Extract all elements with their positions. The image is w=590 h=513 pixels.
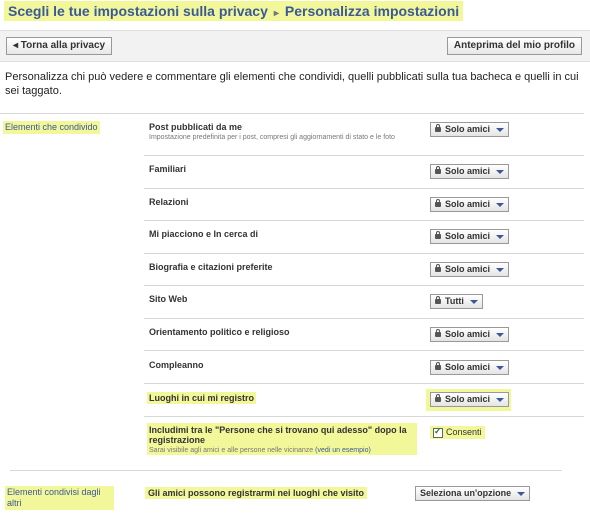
privacy-select-interests[interactable]: Solo amici (430, 229, 510, 244)
select-value: Solo amici (445, 362, 491, 372)
lock-icon (435, 199, 441, 207)
lock-icon (435, 264, 441, 272)
select-value: Solo amici (445, 264, 491, 274)
chevron-down-icon (496, 234, 505, 239)
section-label-shared-by-me: Elementi che condivido (3, 121, 100, 134)
title-sub: Personalizza impostazioni (284, 3, 460, 19)
lock-icon (435, 124, 441, 132)
privacy-select-birthday[interactable]: Solo amici (430, 360, 510, 375)
row-label-politics: Orientamento politico e religioso (149, 327, 290, 337)
divider (144, 350, 584, 351)
consent-checkbox[interactable] (433, 426, 443, 438)
chevron-down-icon (496, 127, 505, 132)
chevron-down-icon (496, 397, 505, 402)
privacy-select-checkins[interactable]: Solo amici (430, 392, 510, 407)
privacy-select-website[interactable]: Tutti (430, 294, 483, 309)
select-value: Solo amici (445, 199, 491, 209)
row-desc-posts: Impostazione predefinita per i post, com… (149, 134, 395, 141)
row-label-interests: Mi piacciono e In cerca di (149, 229, 259, 239)
row-label-birthday: Compleanno (149, 360, 204, 370)
lock-icon (435, 362, 441, 370)
divider (144, 383, 584, 384)
privacy-select-bio[interactable]: Solo amici (430, 262, 510, 277)
nearby-desc: Sarai visibile agli amici e alle persone… (149, 446, 419, 455)
divider (144, 220, 584, 221)
row-label-bio: Biografia e citazioni preferite (149, 262, 273, 272)
see-example-link[interactable]: (vedi un esempio) (315, 447, 371, 454)
select-value: Seleziona un'opzione (420, 488, 512, 498)
title-main: Scegli le tue impostazioni sulla privacy (8, 3, 268, 19)
divider (144, 416, 584, 417)
lock-icon (435, 166, 441, 174)
intro-text: Personalizza chi può vedere e commentare… (5, 71, 579, 97)
preview-profile-button[interactable]: Anteprima del mio profilo (446, 37, 582, 55)
chevron-down-icon (496, 169, 505, 174)
row-label-website: Sito Web (149, 294, 188, 304)
privacy-select-politics[interactable]: Solo amici (430, 327, 510, 342)
privacy-select-family[interactable]: Solo amici (430, 164, 510, 179)
others-checkin-label: Gli amici possono registrarmi nei luoghi… (145, 487, 368, 499)
section-label-shared-by-others: Elementi condivisi dagli altri (5, 486, 114, 510)
chevron-down-icon (496, 365, 505, 370)
lock-icon (435, 394, 441, 402)
lock-icon (435, 329, 441, 337)
divider (144, 188, 584, 189)
nearby-desc-text: Sarai visibile agli amici e alle persone… (149, 447, 314, 454)
divider (144, 285, 584, 286)
breadcrumb-separator-icon: ▸ (273, 8, 279, 19)
nearby-label: Includimi tra le "Persone che si trovano… (149, 425, 407, 445)
chevron-down-icon (496, 202, 505, 207)
privacy-select-posts[interactable]: Solo amici (430, 122, 510, 137)
select-value: Solo amici (445, 231, 491, 241)
chevron-down-icon (469, 299, 478, 304)
row-label-family: Familiari (149, 164, 187, 174)
divider (144, 253, 584, 254)
chevron-down-icon (517, 491, 526, 496)
select-value: Solo amici (445, 124, 491, 134)
select-value: Solo amici (445, 166, 491, 176)
divider (0, 113, 584, 114)
others-checkin-select[interactable]: Seleziona un'opzione (415, 486, 531, 501)
toolbar: ◂ Torna alla privacy Anteprima del mio p… (0, 30, 590, 62)
page-title: Scegli le tue impostazioni sulla privacy… (4, 1, 464, 21)
row-label-checkins: Luoghi in cui mi registro (147, 392, 257, 404)
chevron-down-icon (496, 267, 505, 272)
back-to-privacy-button[interactable]: ◂ Torna alla privacy (6, 37, 113, 55)
lock-icon (435, 231, 441, 239)
privacy-select-relationships[interactable]: Solo amici (430, 197, 510, 212)
divider (10, 470, 562, 471)
row-label-relationships: Relazioni (149, 197, 189, 207)
select-value: Solo amici (445, 394, 491, 404)
divider (144, 155, 584, 156)
lock-icon (435, 296, 441, 304)
nearby-checkbox-wrap[interactable]: Consenti (430, 426, 485, 439)
select-value: Solo amici (445, 329, 491, 339)
select-value: Tutti (445, 296, 464, 306)
chevron-down-icon (496, 332, 505, 337)
row-label-posts: Post pubblicati da me (149, 122, 243, 132)
consent-label: Consenti (446, 427, 482, 437)
divider (144, 318, 584, 319)
